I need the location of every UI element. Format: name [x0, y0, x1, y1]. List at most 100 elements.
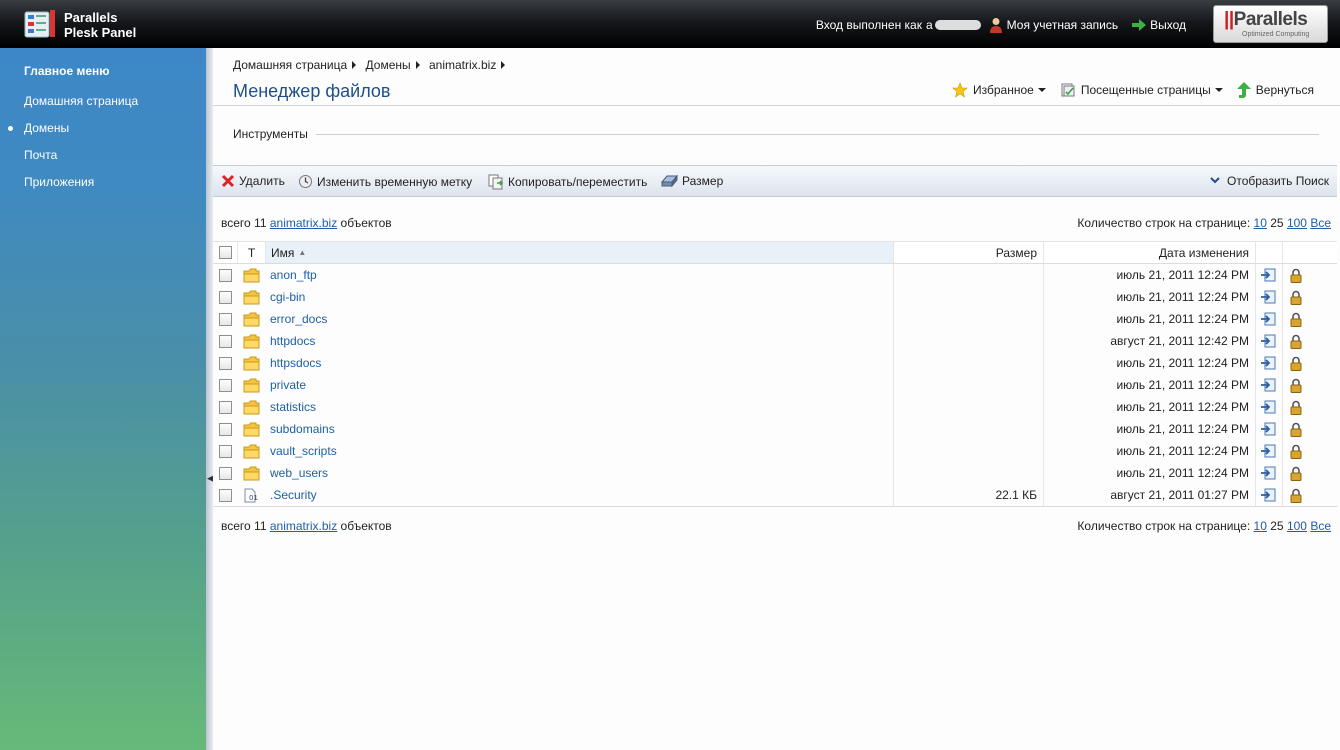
page-size-all[interactable]: Все	[1310, 519, 1331, 533]
table-bottom-border	[213, 506, 1337, 507]
row-checkbox[interactable]	[218, 312, 232, 326]
items-suffix: объектов	[340, 519, 392, 533]
row-checkbox[interactable]	[218, 488, 232, 502]
file-name-link[interactable]: private	[270, 378, 306, 392]
my-account-link[interactable]: Моя учетная запись	[1007, 18, 1118, 32]
row-permissions-button[interactable]	[1282, 462, 1309, 484]
row-size-cell	[893, 418, 1043, 440]
row-action-button[interactable]	[1255, 462, 1282, 484]
row-type-icon-cell[interactable]	[237, 352, 265, 374]
copy-move-button[interactable]: Копировать/переместить	[488, 174, 647, 190]
row-action-button[interactable]	[1255, 418, 1282, 440]
lock-icon	[1290, 378, 1302, 393]
page-size-100[interactable]: 100	[1287, 216, 1307, 230]
chevron-down-icon	[1214, 88, 1223, 92]
row-action-button[interactable]	[1255, 308, 1282, 330]
row-size-cell	[893, 308, 1043, 330]
file-name-link[interactable]: vault_scripts	[270, 444, 337, 458]
row-checkbox[interactable]	[218, 444, 232, 458]
row-action-button[interactable]	[1255, 330, 1282, 352]
page-size-100[interactable]: 100	[1287, 519, 1307, 533]
row-permissions-button[interactable]	[1282, 484, 1309, 506]
row-action-button[interactable]	[1255, 286, 1282, 308]
row-action-button[interactable]	[1255, 396, 1282, 418]
sidebar-item-mail[interactable]: Почта	[24, 148, 57, 162]
row-action-button[interactable]	[1255, 440, 1282, 462]
row-permissions-button[interactable]	[1282, 286, 1309, 308]
row-checkbox[interactable]	[218, 334, 232, 348]
change-timestamp-button[interactable]: Изменить временную метку	[298, 174, 472, 189]
sidebar-item-applications[interactable]: Приложения	[24, 175, 94, 189]
delete-button[interactable]: Удалить	[221, 174, 285, 188]
row-type-icon-cell[interactable]	[237, 264, 265, 286]
row-type-icon-cell[interactable]	[237, 462, 265, 484]
folder-icon	[243, 466, 259, 480]
row-checkbox[interactable]	[218, 290, 232, 304]
visited-pages-label: Посещенные страницы	[1080, 83, 1211, 97]
sidebar-item-domains[interactable]: Домены	[24, 121, 69, 135]
file-name-link[interactable]: web_users	[270, 466, 328, 480]
row-type-icon-cell[interactable]	[237, 330, 265, 352]
row-permissions-button[interactable]	[1282, 396, 1309, 418]
file-name-link[interactable]: httpdocs	[270, 334, 315, 348]
row-permissions-button[interactable]	[1282, 308, 1309, 330]
size-column-header[interactable]: Размер	[893, 242, 1043, 263]
file-name-link[interactable]: subdomains	[270, 422, 335, 436]
row-type-icon-cell[interactable]	[237, 374, 265, 396]
file-name-link[interactable]: statistics	[270, 400, 316, 414]
logout-link[interactable]: Выход	[1150, 18, 1186, 32]
parallels-badge[interactable]: ||Parallels Optimized Computing	[1213, 5, 1328, 43]
row-checkbox[interactable]	[218, 378, 232, 392]
show-search-toggle[interactable]: Отобразить Поиск	[1210, 174, 1329, 188]
brand-line-1: Parallels	[64, 10, 118, 25]
row-checkbox[interactable]	[218, 466, 232, 480]
page-size-10[interactable]: 10	[1254, 519, 1267, 533]
breadcrumb-domain[interactable]: animatrix.biz	[429, 58, 496, 72]
sidebar-item-home[interactable]: Домашняя страница	[24, 94, 138, 108]
row-permissions-button[interactable]	[1282, 264, 1309, 286]
row-action-button[interactable]	[1255, 484, 1282, 506]
favorites-menu[interactable]: Избранное	[952, 82, 1046, 98]
type-column-header[interactable]: Т	[237, 242, 265, 263]
row-type-icon-cell[interactable]	[237, 308, 265, 330]
row-action-button[interactable]	[1255, 374, 1282, 396]
domain-link[interactable]: animatrix.biz	[270, 519, 337, 533]
row-type-icon-cell[interactable]	[237, 286, 265, 308]
row-permissions-button[interactable]	[1282, 418, 1309, 440]
row-permissions-button[interactable]	[1282, 440, 1309, 462]
row-type-icon-cell[interactable]: 01	[237, 484, 265, 506]
file-name-link[interactable]: .Security	[270, 488, 317, 502]
page-size-10[interactable]: 10	[1254, 216, 1267, 230]
lock-icon	[1290, 400, 1302, 415]
row-action-button[interactable]	[1255, 264, 1282, 286]
svg-text:01: 01	[249, 494, 258, 502]
row-checkbox[interactable]	[218, 356, 232, 370]
page-size-all[interactable]: Все	[1310, 216, 1331, 230]
user-icon	[989, 18, 1002, 33]
row-checkbox[interactable]	[218, 268, 232, 282]
file-name-link[interactable]: cgi-bin	[270, 290, 305, 304]
row-type-icon-cell[interactable]	[237, 418, 265, 440]
row-permissions-button[interactable]	[1282, 352, 1309, 374]
domain-link[interactable]: animatrix.biz	[270, 216, 337, 230]
row-type-icon-cell[interactable]	[237, 396, 265, 418]
name-column-header[interactable]: Имя ▲	[265, 242, 893, 263]
lock-icon	[1290, 356, 1302, 371]
row-type-icon-cell[interactable]	[237, 440, 265, 462]
sidebar-splitter[interactable]: ◀	[206, 48, 214, 750]
date-column-header[interactable]: Дата изменения	[1043, 242, 1255, 263]
visited-pages-menu[interactable]: Посещенные страницы	[1060, 82, 1223, 98]
file-name-link[interactable]: anon_ftp	[270, 268, 317, 282]
row-action-button[interactable]	[1255, 352, 1282, 374]
breadcrumb-domains[interactable]: Домены	[366, 58, 411, 72]
select-all-checkbox[interactable]	[218, 246, 232, 259]
row-checkbox[interactable]	[218, 422, 232, 436]
row-permissions-button[interactable]	[1282, 374, 1309, 396]
file-name-link[interactable]: httpsdocs	[270, 356, 321, 370]
row-permissions-button[interactable]	[1282, 330, 1309, 352]
breadcrumb-home[interactable]: Домашняя страница	[233, 58, 347, 72]
file-name-link[interactable]: error_docs	[270, 312, 327, 326]
back-link[interactable]: Вернуться	[1236, 82, 1314, 98]
row-checkbox[interactable]	[218, 400, 232, 414]
size-button[interactable]: Размер	[661, 174, 723, 188]
